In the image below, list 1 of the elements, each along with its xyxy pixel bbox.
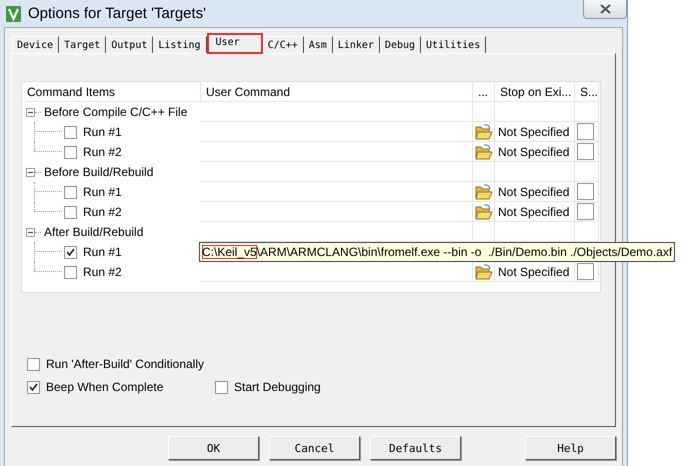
window-title: Options for Target 'Targets' [28, 5, 206, 22]
